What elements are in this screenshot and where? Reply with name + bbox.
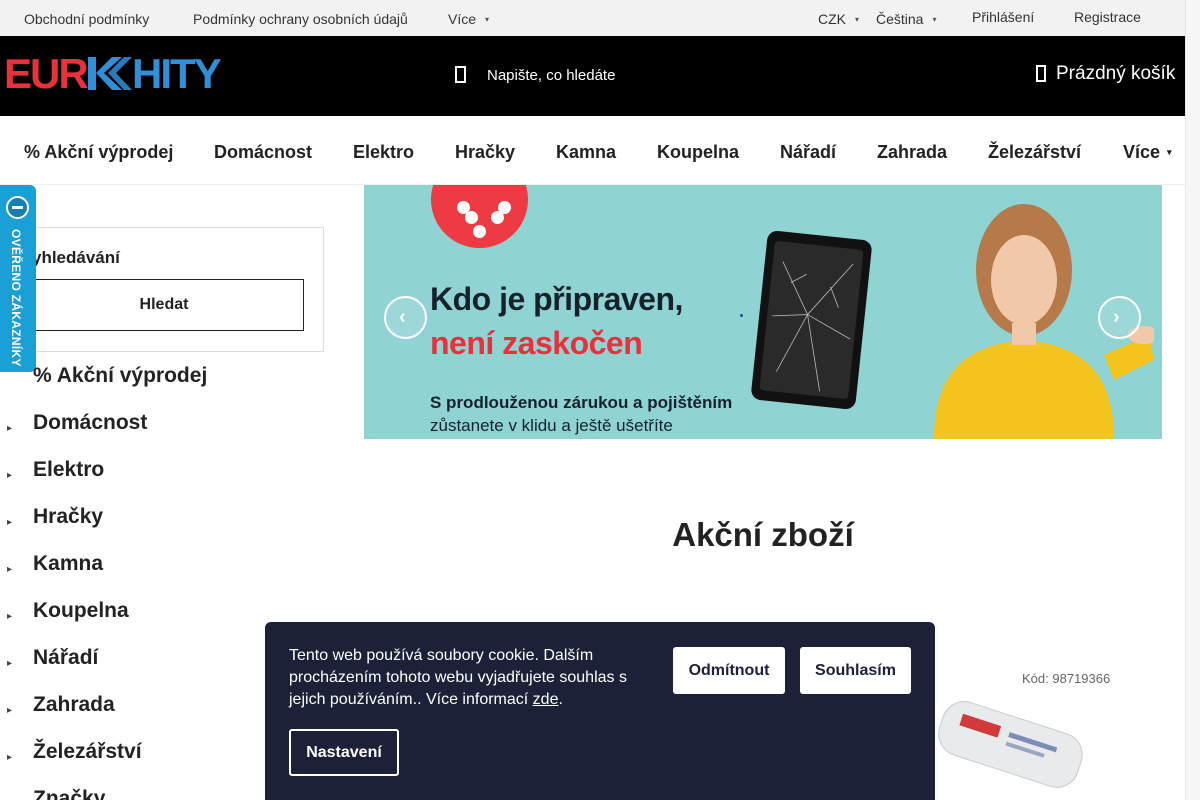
cart-button[interactable]: Prázdný košík <box>1036 63 1175 85</box>
currency-label: CZK <box>818 11 846 27</box>
login-link[interactable]: Přihlášení <box>972 9 1034 25</box>
sidebar-search-label: yhledávání <box>32 248 120 267</box>
chevron-down-icon: ▾ <box>1167 147 1172 157</box>
sidebar-item-toys[interactable]: ▸ Hračky <box>0 501 340 548</box>
sidebar-item-label: Elektro <box>33 458 105 481</box>
sidebar-item-label: Domácnost <box>33 411 148 434</box>
chevron-down-icon: ▾ <box>932 15 937 24</box>
chevron-right-icon[interactable]: ▸ <box>7 564 12 575</box>
sidebar-item-label: % Akční výprodej <box>33 364 208 387</box>
chevron-down-icon: ▾ <box>855 15 860 24</box>
nav-item-electro[interactable]: Elektro <box>353 142 414 163</box>
search-input[interactable] <box>479 62 739 88</box>
language-label: Čeština <box>876 11 924 27</box>
main-navigation: % Akční výprodej Domácnost Elektro Hračk… <box>0 116 1185 185</box>
cookie-reject-button[interactable]: Odmítnout <box>673 647 785 694</box>
chevron-right-icon[interactable]: ▸ <box>7 423 12 434</box>
search-icon[interactable] <box>455 65 467 85</box>
sidebar-item-label: Zahrada <box>33 693 115 716</box>
cookie-consent-text: Tento web používá soubory cookie. Dalším… <box>289 647 627 708</box>
banner-pager-dot <box>740 314 743 317</box>
privacy-link[interactable]: Podmínky ochrany osobních údajů <box>193 11 408 27</box>
nav-item-more[interactable]: Více ▾ <box>1123 142 1172 163</box>
nav-item-sale[interactable]: % Akční výprodej <box>24 142 173 163</box>
cracked-screen <box>759 240 864 400</box>
sidebar-item-label: Nářadí <box>33 646 99 669</box>
chevron-right-icon: › <box>1113 306 1120 328</box>
chevron-right-icon[interactable]: ▸ <box>7 611 12 622</box>
cookie-settings-button[interactable]: Nastavení <box>289 729 399 776</box>
product-code: Kód: 98719366 <box>1022 671 1111 686</box>
top-utility-bar: Obchodní podmínky Podmínky ochrany osobn… <box>0 0 1185 36</box>
cookie-accept-button[interactable]: Souhlasím <box>800 647 911 694</box>
cart-icon <box>1036 65 1046 82</box>
more-links-menu[interactable]: Více ▾ <box>448 11 489 27</box>
sidebar-item-label: Značky <box>33 787 106 800</box>
banner-logo-dot <box>465 211 478 224</box>
cookie-more-info-link[interactable]: zde <box>533 691 559 708</box>
nav-more-label: Více <box>1123 142 1161 162</box>
svg-text:EUR: EUR <box>4 53 88 93</box>
eurohity-logo[interactable]: EUR HITY <box>4 53 224 93</box>
site-header: EUR HITY Prázdný košík <box>0 36 1185 116</box>
section-title: Akční zboží <box>672 516 854 553</box>
chevron-right-icon[interactable]: ▸ <box>7 658 12 669</box>
chevron-down-icon: ▾ <box>485 15 490 24</box>
crack-lines <box>772 261 854 392</box>
chevron-right-icon[interactable]: ▸ <box>7 705 12 716</box>
terms-link[interactable]: Obchodní podmínky <box>24 11 149 27</box>
sidebar-item-sale[interactable]: % Akční výprodej <box>0 360 340 407</box>
banner-headline-1: Kdo je připraven, <box>430 281 683 317</box>
sidebar-item-household[interactable]: ▸ Domácnost <box>0 407 340 454</box>
banner-logo-dot <box>473 225 486 238</box>
sidebar-item-label: Hračky <box>33 505 104 528</box>
sidebar-item-electro[interactable]: ▸ Elektro <box>0 454 340 501</box>
svg-text:HITY: HITY <box>132 53 222 93</box>
sidebar-search-box: yhledávání Hledat <box>23 227 324 352</box>
banner-logo-dot <box>491 211 504 224</box>
promo-banner-carousel[interactable]: Kdo je připraven, není zaskočen S prodlo… <box>364 185 1162 439</box>
sidebar-item-label: Koupelna <box>33 599 129 622</box>
chevron-right-icon[interactable]: ▸ <box>7 470 12 481</box>
cookie-consent-message: Tento web používá soubory cookie. Dalším… <box>289 645 639 711</box>
banner-headline-2: není zaskočen <box>430 325 643 361</box>
nav-item-toys[interactable]: Hračky <box>455 142 515 163</box>
cookie-consent-period: . <box>558 691 563 708</box>
nav-item-garden[interactable]: Zahrada <box>877 142 947 163</box>
currency-select[interactable]: CZK ▾ <box>818 11 859 27</box>
cart-label: Prázdný košík <box>1056 63 1176 84</box>
nav-item-hardware[interactable]: Železářství <box>988 142 1081 163</box>
sidebar-item-label: Železářství <box>33 740 142 763</box>
nav-item-bathroom[interactable]: Koupelna <box>657 142 739 163</box>
nav-item-stoves[interactable]: Kamna <box>556 142 616 163</box>
language-select[interactable]: Čeština ▾ <box>876 11 936 27</box>
nav-item-household[interactable]: Domácnost <box>214 142 312 163</box>
page-scrollbar[interactable] <box>1185 0 1200 800</box>
sidebar-item-label: Kamna <box>33 552 104 575</box>
more-links-label: Více <box>448 11 477 27</box>
verified-by-customers-badge[interactable]: OVĚŘENO ZÁKAZNÍKY <box>0 185 36 372</box>
banner-subline-1: S prodlouženou zárukou a pojištěním <box>430 393 733 412</box>
verified-seal-icon <box>6 196 29 219</box>
chevron-left-icon: ‹ <box>399 306 406 328</box>
sidebar-item-stoves[interactable]: ▸ Kamna <box>0 548 340 595</box>
chevron-right-icon[interactable]: ▸ <box>7 752 12 763</box>
chevron-right-icon[interactable]: ▸ <box>7 517 12 528</box>
banner-next-button[interactable]: › <box>1098 296 1141 339</box>
register-link[interactable]: Registrace <box>1074 9 1141 25</box>
verified-badge-text: OVĚŘENO ZÁKAZNÍKY <box>9 229 23 367</box>
banner-brand-logo <box>431 185 528 248</box>
sidebar-search-button[interactable]: Hledat <box>24 279 304 331</box>
banner-prev-button[interactable]: ‹ <box>384 296 427 339</box>
cracked-phone-image <box>750 229 873 411</box>
product-image[interactable] <box>925 694 1090 800</box>
nav-item-tools[interactable]: Nářadí <box>780 142 836 163</box>
banner-subline-2: zůstanete v klidu a ještě ušetříte <box>430 416 673 435</box>
cookie-consent-dialog: Tento web používá soubory cookie. Dalším… <box>265 622 935 800</box>
